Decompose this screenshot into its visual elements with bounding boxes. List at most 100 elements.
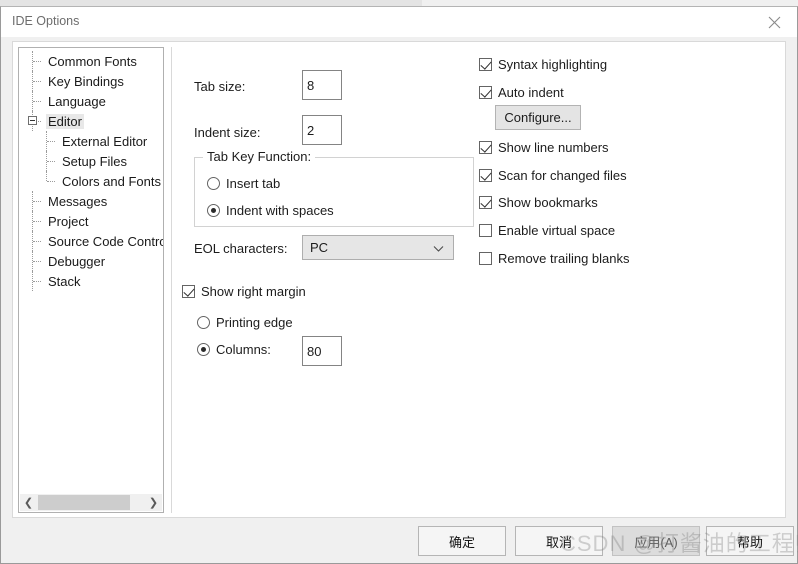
tree-item-source-code-control[interactable]: Source Code Contro bbox=[26, 231, 163, 251]
checkbox-enable-virtual-space[interactable]: Enable virtual space bbox=[479, 223, 615, 238]
tree-item-colors-and-fonts[interactable]: Colors and Fonts bbox=[26, 171, 163, 191]
radio-insert-tab[interactable]: Insert tab bbox=[207, 176, 280, 191]
checkbox-label: Remove trailing blanks bbox=[498, 251, 630, 266]
tree-elbow-line bbox=[33, 81, 41, 82]
tree-elbow-line bbox=[33, 261, 41, 262]
checkbox-label: Show line numbers bbox=[498, 140, 609, 155]
tree-elbow-line bbox=[33, 101, 41, 102]
configure-button[interactable]: Configure... bbox=[495, 105, 581, 130]
tree-item-label: Colors and Fonts bbox=[62, 173, 161, 189]
tab-size-input[interactable]: 8 bbox=[302, 70, 342, 100]
tree-guide-line bbox=[46, 171, 47, 181]
tree-item-messages[interactable]: Messages bbox=[26, 191, 163, 211]
tree-horizontal-scrollbar[interactable]: ❮ ❯ bbox=[20, 494, 162, 511]
checkbox-show-right-margin[interactable]: Show right margin bbox=[182, 284, 306, 299]
radio-columns[interactable]: Columns: bbox=[197, 342, 271, 357]
tree-item-external-editor[interactable]: External Editor bbox=[26, 131, 163, 151]
tree-elbow-line bbox=[33, 281, 41, 282]
tab-key-function-legend: Tab Key Function: bbox=[203, 149, 316, 164]
tree-item-label: Setup Files bbox=[62, 153, 128, 169]
apply-button[interactable]: 应用(A) bbox=[612, 526, 700, 556]
editor-options-area: Tab size: 8 Indent size: 2 Tab Key Funct… bbox=[171, 47, 781, 513]
checkbox-label: Scan for changed files bbox=[498, 168, 627, 183]
checkbox-label: Auto indent bbox=[498, 85, 564, 100]
checkbox-label: Show right margin bbox=[201, 284, 306, 299]
checkbox-icon bbox=[479, 169, 492, 182]
checkbox-icon bbox=[479, 224, 492, 237]
checkbox-icon bbox=[479, 252, 492, 265]
tree-item-label: Editor bbox=[46, 113, 84, 129]
checkbox-remove-trailing-blanks[interactable]: Remove trailing blanks bbox=[479, 251, 630, 266]
eol-characters-value: PC bbox=[310, 240, 329, 255]
tree-item-project[interactable]: Project bbox=[26, 211, 163, 231]
checkbox-label: Enable virtual space bbox=[498, 223, 616, 238]
tree-elbow-line bbox=[33, 221, 41, 222]
checkbox-show-line-numbers[interactable]: Show line numbers bbox=[479, 140, 609, 155]
scrollbar-track[interactable] bbox=[37, 494, 145, 511]
tree-item-label: Key Bindings bbox=[48, 73, 124, 89]
radio-icon bbox=[197, 316, 210, 329]
tree-item-label: Debugger bbox=[48, 253, 106, 269]
radio-printing-edge[interactable]: Printing edge bbox=[197, 315, 293, 330]
content-panel: Common Fonts Key Bindings Language Edito… bbox=[12, 41, 786, 518]
indent-size-label: Indent size: bbox=[194, 125, 261, 140]
close-button[interactable] bbox=[751, 7, 797, 37]
tree-item-label: Project bbox=[48, 213, 89, 229]
tree-elbow-line bbox=[33, 201, 41, 202]
close-icon bbox=[768, 16, 780, 28]
eol-characters-select[interactable]: PC bbox=[302, 235, 454, 260]
radio-icon bbox=[207, 177, 220, 190]
columns-input[interactable]: 80 bbox=[302, 336, 342, 366]
tree-elbow-line bbox=[47, 181, 55, 182]
tree-item-debugger[interactable]: Debugger bbox=[26, 251, 163, 271]
tree-item-key-bindings[interactable]: Key Bindings bbox=[26, 71, 163, 91]
tree-item-language[interactable]: Language bbox=[26, 91, 163, 111]
scrollbar-thumb[interactable] bbox=[38, 495, 130, 510]
tree-item-label: Messages bbox=[48, 193, 108, 209]
checkbox-icon bbox=[479, 196, 492, 209]
checkbox-scan-for-changed-files[interactable]: Scan for changed files bbox=[479, 168, 627, 183]
dialog-title: IDE Options bbox=[12, 14, 80, 28]
tree-elbow-line bbox=[47, 141, 55, 142]
radio-label: Insert tab bbox=[226, 176, 281, 191]
tree-item-label: Language bbox=[48, 93, 106, 109]
radio-label: Columns: bbox=[216, 342, 271, 357]
tree-elbow-line bbox=[33, 61, 41, 62]
checkbox-label: Show bookmarks bbox=[498, 195, 598, 210]
dialog-client-area: Common Fonts Key Bindings Language Edito… bbox=[1, 37, 797, 563]
tree-collapse-icon[interactable] bbox=[28, 116, 37, 125]
tree-elbow-line bbox=[47, 161, 55, 162]
tree-elbow-line bbox=[33, 241, 41, 242]
radio-indent-with-spaces[interactable]: Indent with spaces bbox=[207, 203, 334, 218]
checkbox-icon bbox=[479, 141, 492, 154]
tree-item-label: Source Code Contro bbox=[48, 233, 164, 249]
tree-item-label: External Editor bbox=[62, 133, 148, 149]
tree-item-common-fonts[interactable]: Common Fonts bbox=[26, 51, 163, 71]
tree-item-stack[interactable]: Stack bbox=[26, 271, 163, 291]
checkbox-show-bookmarks[interactable]: Show bookmarks bbox=[479, 195, 598, 210]
checkbox-auto-indent[interactable]: Auto indent bbox=[479, 85, 564, 100]
radio-label: Printing edge bbox=[216, 315, 293, 330]
checkbox-icon bbox=[182, 285, 195, 298]
tree-item-label: Stack bbox=[48, 273, 81, 289]
tab-key-function-group: Tab Key Function: Insert tab Indent with… bbox=[194, 149, 474, 227]
indent-size-input[interactable]: 2 bbox=[302, 115, 342, 145]
tree-item-label: Common Fonts bbox=[48, 53, 137, 69]
help-button[interactable]: 帮助 bbox=[706, 526, 794, 556]
category-tree-panel[interactable]: Common Fonts Key Bindings Language Edito… bbox=[18, 47, 164, 513]
cancel-button[interactable]: 取消 bbox=[515, 526, 603, 556]
radio-icon bbox=[197, 343, 210, 356]
tree-item-editor[interactable]: Editor bbox=[26, 111, 163, 131]
checkbox-icon bbox=[479, 58, 492, 71]
eol-characters-label: EOL characters: bbox=[194, 241, 288, 256]
checkbox-icon bbox=[479, 86, 492, 99]
checkbox-syntax-highlighting[interactable]: Syntax highlighting bbox=[479, 57, 607, 72]
tab-size-label: Tab size: bbox=[194, 79, 246, 94]
scroll-left-arrow-icon[interactable]: ❮ bbox=[20, 494, 37, 511]
scroll-right-arrow-icon[interactable]: ❯ bbox=[145, 494, 162, 511]
chevron-down-icon bbox=[433, 240, 444, 255]
dialog-titlebar: IDE Options bbox=[1, 7, 797, 37]
tree-item-setup-files[interactable]: Setup Files bbox=[26, 151, 163, 171]
radio-label: Indent with spaces bbox=[226, 203, 334, 218]
ok-button[interactable]: 确定 bbox=[418, 526, 506, 556]
